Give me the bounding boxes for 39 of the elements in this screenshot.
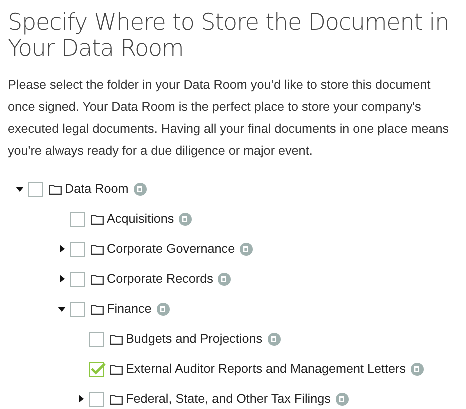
caret-right-icon[interactable] bbox=[58, 245, 66, 253]
folder-icon bbox=[91, 274, 104, 284]
caret-down-icon[interactable] bbox=[58, 305, 66, 313]
folder-name[interactable]: External Auditor Reports and Management Letters bbox=[126, 362, 406, 376]
checkbox[interactable] bbox=[28, 182, 43, 196]
caret-right-icon[interactable] bbox=[77, 395, 85, 403]
folder-name[interactable]: Corporate Records bbox=[107, 272, 214, 286]
folder-icon bbox=[91, 304, 104, 314]
checkbox[interactable] bbox=[70, 302, 85, 316]
checkbox[interactable] bbox=[89, 392, 104, 406]
caret-right-icon[interactable] bbox=[58, 275, 66, 283]
checkbox[interactable] bbox=[89, 332, 104, 346]
folder-name[interactable]: Budgets and Projections bbox=[126, 332, 263, 346]
folder-icon bbox=[110, 334, 123, 344]
checkbox[interactable] bbox=[70, 212, 85, 226]
document-icon[interactable] bbox=[134, 182, 147, 196]
document-icon[interactable] bbox=[240, 242, 254, 256]
folder-name[interactable]: Acquisitions bbox=[107, 212, 174, 226]
folder-name[interactable]: Finance bbox=[107, 302, 152, 316]
caret-down-icon[interactable] bbox=[16, 185, 24, 193]
page-title: Specify Where to Store the Document in Your Data Room bbox=[8, 10, 450, 62]
document-icon[interactable] bbox=[156, 302, 170, 316]
checkbox[interactable] bbox=[89, 362, 104, 376]
folder-icon bbox=[110, 394, 123, 404]
folder-icon bbox=[91, 244, 104, 254]
document-icon[interactable] bbox=[268, 332, 281, 346]
document-icon[interactable] bbox=[179, 212, 192, 226]
folder-icon bbox=[49, 184, 62, 194]
description-text: Please select the folder in your Data Room you’d like to store this document once signed. Your Data Room is the perfect place to store your company's executed legal documents. Having all your final documents in one place means you're always ready for a due diligence or major event. bbox=[8, 77, 450, 160]
document-icon[interactable] bbox=[336, 392, 349, 406]
folder-name[interactable]: Corporate Governance bbox=[107, 242, 236, 256]
checkbox[interactable] bbox=[70, 272, 85, 286]
folder-icon bbox=[110, 364, 123, 374]
folder-name[interactable]: Federal, State, and Other Tax Filings bbox=[126, 392, 331, 406]
document-icon[interactable] bbox=[218, 272, 232, 286]
folder-name[interactable]: Data Room bbox=[65, 182, 129, 196]
document-icon[interactable] bbox=[411, 362, 424, 376]
checkbox[interactable] bbox=[70, 242, 85, 256]
folder-icon bbox=[91, 214, 104, 224]
